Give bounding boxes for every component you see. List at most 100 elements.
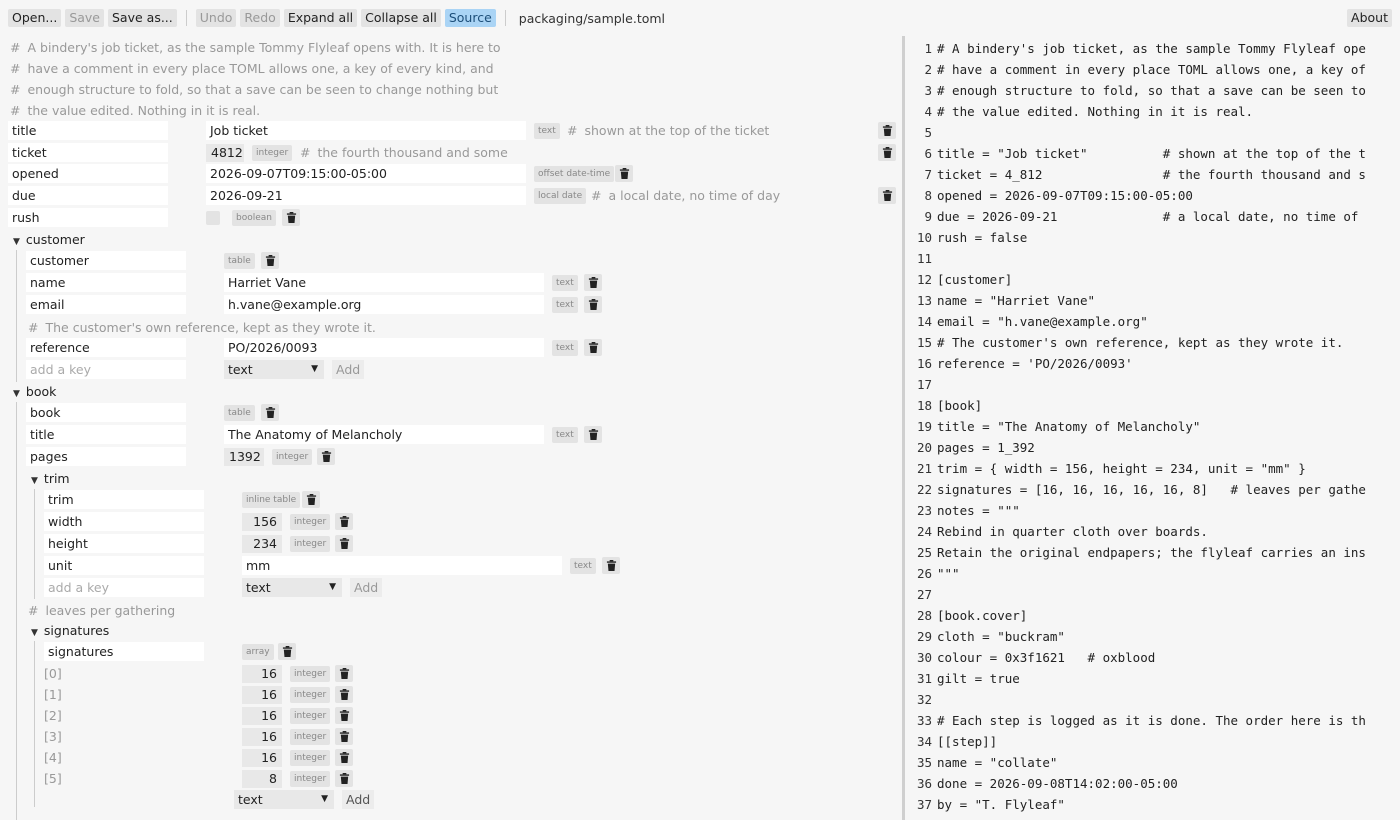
add-key-input[interactable]: add a key (44, 578, 204, 597)
key-field[interactable]: email (26, 295, 186, 314)
key-field[interactable]: trim (44, 490, 204, 509)
number-field[interactable]: 4812 (206, 144, 244, 162)
line-text: [customer] (937, 272, 1013, 287)
source-pane[interactable]: 1 # A bindery's job ticket, as the sample… (902, 36, 1400, 820)
line-text: # have a comment in every place TOML all… (937, 62, 1366, 77)
delete-button[interactable] (317, 448, 335, 465)
undo-button[interactable]: Undo (195, 9, 237, 27)
value-field[interactable]: 2026-09-21 (206, 186, 526, 205)
value-field[interactable]: 2026-09-07T09:15:00-05:00 (206, 164, 526, 183)
type-tag: text (552, 340, 578, 356)
delete-button[interactable] (878, 144, 896, 161)
delete-button[interactable] (335, 513, 353, 530)
number-field[interactable]: 156 (242, 513, 282, 531)
delete-button[interactable] (584, 274, 602, 291)
section-signatures[interactable]: ▼ signatures (31, 621, 109, 641)
number-field[interactable]: 234 (242, 535, 282, 553)
value-field[interactable]: PO/2026/0093 (224, 338, 544, 357)
delete-button[interactable] (878, 122, 896, 139)
number-field[interactable]: 1392 (224, 448, 264, 466)
key-field[interactable]: ticket (8, 143, 168, 162)
key-field[interactable]: customer (26, 251, 186, 270)
value-field[interactable]: The Anatomy of Melancholy (224, 425, 544, 444)
delete-button[interactable] (335, 707, 353, 724)
redo-button[interactable]: Redo (240, 9, 280, 27)
key-field[interactable]: title (8, 121, 168, 140)
number-field[interactable]: 16 (242, 749, 282, 767)
expand-all-button[interactable]: Expand all (283, 9, 358, 27)
trash-icon (339, 752, 349, 763)
key-field[interactable]: width (44, 512, 204, 531)
delete-button[interactable] (335, 749, 353, 766)
add-item-button[interactable]: Add (342, 790, 375, 809)
key-field[interactable]: reference (26, 338, 186, 357)
line-number: 18 (916, 398, 932, 413)
key-field[interactable]: pages (26, 447, 186, 466)
section-trim[interactable]: ▼ trim (31, 469, 70, 489)
save-as-button[interactable]: Save as... (108, 9, 177, 27)
caret-down-icon: ▼ (329, 582, 336, 592)
delete-button[interactable] (335, 686, 353, 703)
delete-button[interactable] (261, 252, 279, 269)
boolean-checkbox[interactable] (206, 211, 220, 225)
key-field[interactable]: height (44, 534, 204, 553)
key-field[interactable]: unit (44, 556, 204, 575)
open-button[interactable]: Open... (8, 9, 62, 27)
add-key-button[interactable]: Add (350, 578, 383, 597)
section-book[interactable]: ▼ book (13, 382, 56, 402)
source-line: 12 [customer] (905, 269, 1012, 290)
array-index: [1] (44, 687, 62, 702)
type-select[interactable]: text ▼ (234, 790, 334, 809)
type-select[interactable]: text ▼ (242, 578, 342, 597)
key-field[interactable]: book (26, 403, 186, 422)
value-field[interactable]: mm (242, 556, 562, 575)
number-field[interactable]: 8 (242, 770, 282, 788)
key-field[interactable]: rush (8, 208, 168, 227)
delete-button[interactable] (584, 296, 602, 313)
source-toggle-button[interactable]: Source (444, 9, 496, 27)
save-button[interactable]: Save (65, 9, 104, 27)
key-field[interactable]: signatures (44, 642, 204, 661)
line-text: [[step]] (937, 734, 998, 749)
array-index: [2] (44, 708, 62, 723)
key-field[interactable]: due (8, 186, 168, 205)
delete-button[interactable] (335, 665, 353, 682)
delete-button[interactable] (584, 426, 602, 443)
section-customer[interactable]: ▼ customer (13, 230, 85, 250)
key-field[interactable]: name (26, 273, 186, 292)
number-field[interactable]: 16 (242, 728, 282, 746)
number-field[interactable]: 16 (242, 686, 282, 704)
entry-customer-reference: reference PO/2026/0093 text (26, 338, 902, 358)
delete-button[interactable] (335, 728, 353, 745)
line-number: 27 (916, 587, 932, 602)
type-select-value: text (228, 362, 253, 377)
collapse-all-button[interactable]: Collapse all (361, 9, 441, 27)
delete-button[interactable] (615, 165, 633, 182)
delete-button[interactable] (335, 535, 353, 552)
line-number: 36 (916, 776, 932, 791)
add-key-button[interactable]: Add (332, 360, 365, 379)
number-field[interactable]: 16 (242, 665, 282, 683)
delete-button[interactable] (335, 770, 353, 787)
delete-button[interactable] (584, 339, 602, 356)
key-field[interactable]: title (26, 425, 186, 444)
delete-button[interactable] (261, 404, 279, 421)
entry-customer-name: name Harriet Vane text (26, 273, 902, 293)
value-field[interactable]: Harriet Vane (224, 273, 544, 292)
type-select[interactable]: text ▼ (224, 360, 324, 379)
line-number: 20 (916, 440, 932, 455)
delete-button[interactable] (282, 209, 300, 226)
value-field[interactable]: h.vane@example.org (224, 295, 544, 314)
key-field[interactable]: opened (8, 164, 168, 183)
delete-button[interactable] (878, 187, 896, 204)
delete-button[interactable] (278, 643, 296, 660)
value-field[interactable]: Job ticket (206, 121, 526, 140)
number-field[interactable]: 16 (242, 707, 282, 725)
delete-button[interactable] (602, 557, 620, 574)
about-button[interactable]: About (1347, 9, 1392, 27)
add-key-input[interactable]: add a key (26, 360, 186, 379)
line-number: 28 (916, 608, 932, 623)
type-tag: text (552, 297, 578, 313)
line-text: Rebind in quarter cloth over boards. (937, 524, 1208, 539)
delete-button[interactable] (302, 491, 320, 508)
